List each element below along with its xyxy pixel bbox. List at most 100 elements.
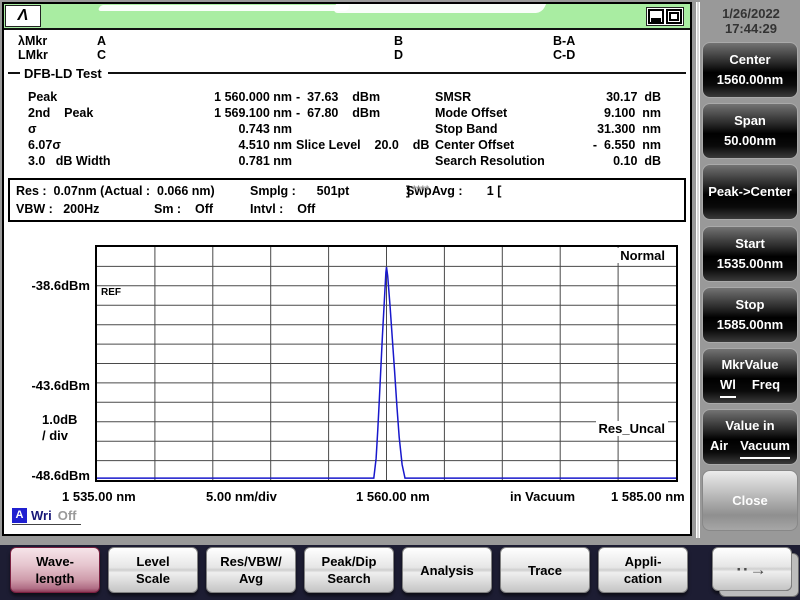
slice-level-value: Slice Level 20.0 dB (296, 138, 430, 152)
anritsu-logo-icon: Λ (5, 5, 41, 27)
fkey-analysis[interactable]: Analysis (402, 547, 492, 593)
settings-line-1: Res : 0.07nm (Actual : 0.066 nm) Smplg :… (10, 184, 684, 200)
res-uncal-label: Res_Uncal (595, 421, 668, 436)
fkey-peak-dip-search-label-2: Search (327, 571, 371, 586)
marker-row-level: LMkr C D C-D (4, 48, 690, 62)
softkey-stop[interactable]: Stop 1585.00nm (702, 287, 798, 343)
fkey-res-vbw-avg-label-1: Res/VBW/ (220, 554, 282, 569)
marker-c-label: C (97, 48, 107, 62)
datetime-display: 1/26/2022 17:44:29 (706, 6, 796, 36)
db-width-label: 3.0 dB Width (28, 154, 111, 168)
settings-line-2: VBW : 200Hz Sm : Off Intvl : Off (10, 202, 684, 218)
y-axis-mid-label: -43.6dBm (31, 378, 90, 393)
swpavg-stars: **** (406, 184, 436, 196)
marker-cd-label: C-D (553, 48, 576, 62)
softkey-span-value: 50.00nm (723, 133, 777, 148)
interval-setting: Intvl : Off (250, 202, 316, 216)
vbw-setting: VBW : 200Hz (16, 202, 100, 216)
smsr-value: 30.17 dB (606, 90, 661, 104)
result-row-3db-width: 3.0 dB Width 0.781 nm Search Resolution … (4, 154, 690, 169)
titlebar-reflection (97, 5, 351, 11)
value-in-air-option[interactable]: Air (710, 436, 728, 456)
softkey-stop-label: Stop (735, 297, 765, 312)
section-header: DFB-LD Test (8, 65, 686, 81)
measure-mode-label: Normal (617, 248, 668, 263)
stop-band-label: Stop Band (435, 122, 498, 136)
panel-divider (696, 2, 700, 538)
rule-line (107, 72, 686, 74)
softkey-value-in-options: Air Vacuum (710, 436, 790, 459)
six-sigma-value: 4.510 nm (238, 138, 292, 152)
result-row-sigma: σ 0.743 nm Stop Band 31.300 nm (4, 122, 690, 137)
sweep-settings-box: Res : 0.07nm (Actual : 0.066 nm) Smplg :… (8, 178, 686, 222)
fkey-analysis-label: Analysis (420, 562, 474, 578)
peak-wavelength-value: 1 560.000 nm (214, 90, 292, 104)
fkey-wavelength-label-1: Wave- (36, 554, 74, 569)
minimize-icon[interactable] (648, 9, 664, 24)
center-offset-label: Center Offset (435, 138, 515, 152)
more-arrow-icon: ··→ (736, 559, 768, 579)
maximize-icon[interactable] (666, 9, 682, 24)
fkey-res-vbw-avg-label-2: Avg (238, 571, 264, 586)
fkey-trace[interactable]: Trace (500, 547, 590, 593)
marker-a-label: A (97, 34, 107, 48)
db-width-value: 0.781 nm (238, 154, 292, 168)
fkey-wavelength[interactable]: Wave- length (10, 547, 100, 593)
fkey-application[interactable]: Appli- cation (598, 547, 688, 593)
time-label: 17:44:29 (724, 21, 778, 36)
softkey-start-label: Start (735, 236, 765, 251)
softkey-center[interactable]: Center 1560.00nm (702, 42, 798, 98)
fkey-application-label-2: cation (623, 571, 663, 586)
softkey-mkr-value[interactable]: MkrValue Wl Freq (702, 348, 798, 404)
softkey-mkr-value-options: Wl Freq (719, 375, 780, 398)
softkey-start-value: 1535.00nm (716, 256, 784, 271)
mkr-value-wl-option[interactable]: Wl (719, 375, 736, 398)
value-in-vacuum-option[interactable]: Vacuum (740, 436, 790, 459)
center-offset-value: - 6.550 nm (592, 138, 661, 152)
mkr-value-freq-option[interactable]: Freq (752, 375, 780, 395)
fkey-application-label-1: Appli- (624, 554, 662, 569)
softkey-value-in[interactable]: Value in Air Vacuum (702, 409, 798, 465)
softkey-start[interactable]: Start 1535.00nm (702, 226, 798, 282)
fkey-peak-dip-search[interactable]: Peak/Dip Search (304, 547, 394, 593)
sigma-label: σ (28, 122, 37, 136)
softkey-stop-value: 1585.00nm (716, 317, 784, 332)
softkey-value-in-label: Value in (725, 417, 775, 433)
softkey-close[interactable]: Close (702, 470, 798, 531)
stop-band-value: 31.300 nm (597, 122, 661, 136)
spectrum-trace-svg (97, 247, 676, 480)
second-peak-label: 2nd Peak (28, 106, 94, 120)
marker-row-wavelength: λMkr A B B-A (4, 34, 690, 48)
softkey-close-label: Close (732, 492, 768, 508)
fkey-res-vbw-avg[interactable]: Res/VBW/ Avg (206, 547, 296, 593)
softkey-peak-to-center-label: Peak->Center (708, 184, 792, 199)
fkey-wavelength-label-2: length (35, 571, 75, 586)
x-axis-perdiv-label: 5.00 nm/div (206, 489, 277, 504)
level-marker-label: LMkr (18, 48, 48, 62)
second-peak-wavelength-value: 1 569.100 nm (214, 106, 292, 120)
fkey-more-arrow[interactable]: ··→ (712, 547, 792, 591)
mode-offset-label: Mode Offset (435, 106, 508, 120)
marker-d-label: D (394, 48, 404, 62)
x-axis-stop-label: 1 585.00 nm (611, 489, 685, 504)
result-row-6sigma: 6.07σ 4.510 nm Slice Level 20.0 dB Cente… (4, 138, 690, 153)
fkey-level-scale[interactable]: Level Scale (108, 547, 198, 593)
softkey-peak-to-center[interactable]: Peak->Center (702, 164, 798, 220)
peak-label: Peak (28, 90, 58, 104)
window-controls (646, 7, 684, 26)
trace-status-label: Off (57, 507, 77, 523)
softkey-span[interactable]: Span 50.00nm (702, 103, 798, 159)
softkey-center-value: 1560.00nm (716, 72, 784, 87)
result-row-peak: Peak 1 560.000 nm - 37.63 dBm SMSR 30.17… (4, 90, 690, 105)
resolution-setting: Res : 0.07nm (Actual : 0.066 nm) (16, 184, 215, 198)
window-titlebar: Λ (4, 4, 690, 30)
y-axis-ref-label: -38.6dBm (31, 278, 90, 293)
section-title: DFB-LD Test (24, 65, 102, 81)
softkey-center-label: Center (729, 52, 771, 67)
ref-level-label: REF (100, 287, 122, 298)
marker-ba-label: B-A (553, 34, 576, 48)
search-resolution-label: Search Resolution (435, 154, 545, 168)
swpavg-bracket: ] (406, 184, 411, 198)
trace-a-badge: A (12, 507, 27, 523)
y-axis-bottom-label: -48.6dBm (31, 468, 90, 483)
